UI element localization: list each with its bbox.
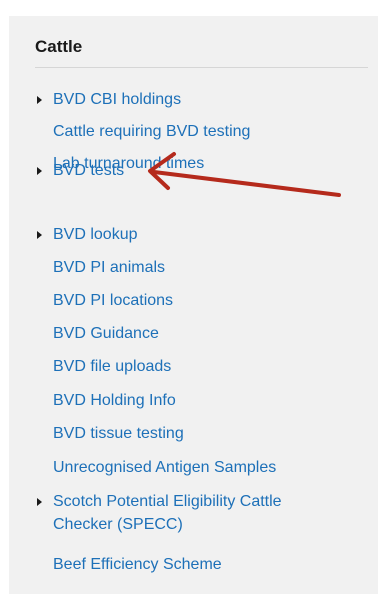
red-arrow-icon [148, 152, 341, 197]
red-arrow-shaft [152, 170, 341, 197]
red-arrow-shape [148, 152, 341, 197]
